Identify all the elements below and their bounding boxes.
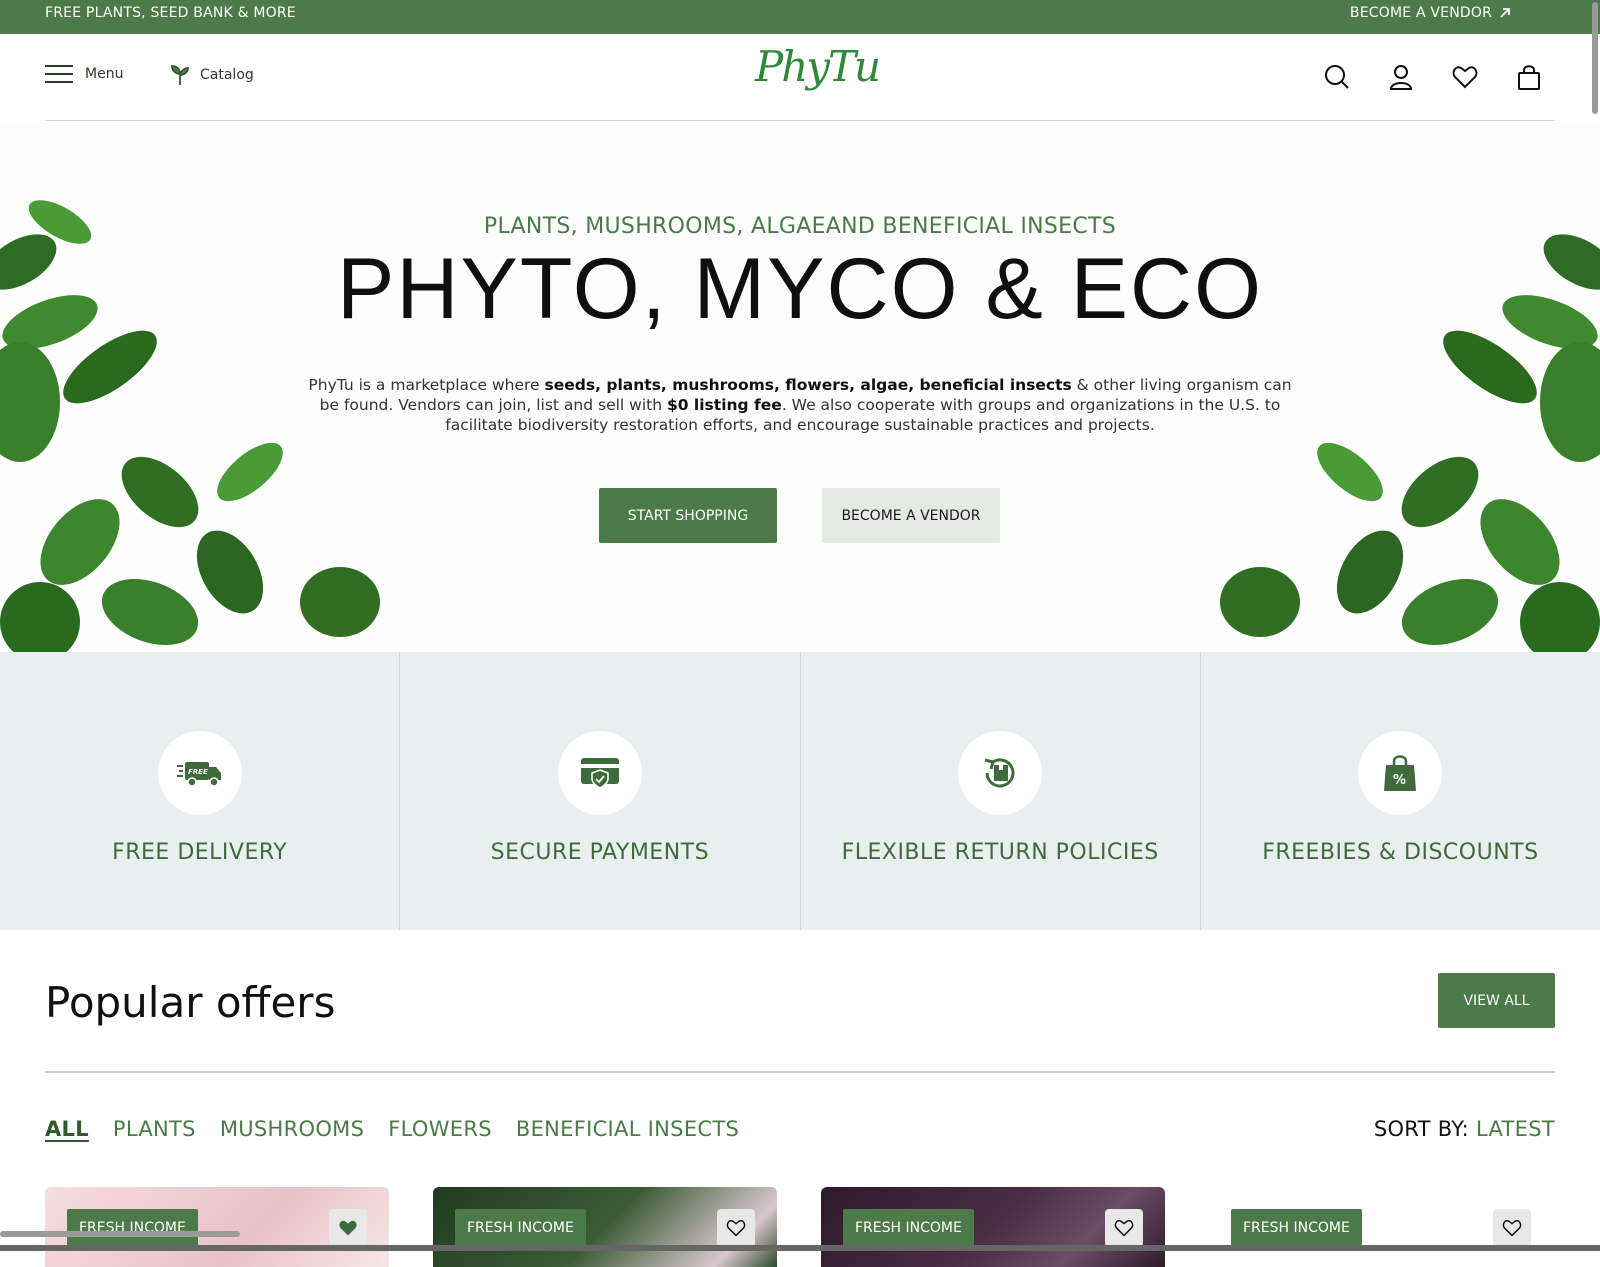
become-vendor-link[interactable]: BECOME A VENDOR <box>1350 0 1512 26</box>
svg-text:%: % <box>1393 773 1406 788</box>
feature-icon-circle <box>557 731 642 815</box>
product-card[interactable]: FRESH INCOME <box>433 1187 777 1267</box>
desc-bold-1: seeds, plants, mushrooms, flowers, algae… <box>544 376 1072 394</box>
desc-part-1: PhyTu is a marketplace where <box>308 376 545 394</box>
catalog-label: Catalog <box>200 67 254 83</box>
discount-bag-icon: % <box>1384 755 1417 791</box>
filter-all[interactable]: ALL <box>45 1117 89 1141</box>
section-divider <box>45 1071 1555 1073</box>
filter-mushrooms[interactable]: MUSHROOMS <box>220 1117 364 1141</box>
favorite-button[interactable] <box>1105 1209 1143 1247</box>
vertical-scrollbar[interactable] <box>1592 2 1598 114</box>
desc-bold-2: $0 listing fee <box>666 396 782 414</box>
feature-icon-circle: % <box>1358 731 1443 815</box>
header-divider <box>45 120 1555 121</box>
heart-icon[interactable] <box>1452 64 1478 90</box>
heart-outline-icon <box>1502 1219 1522 1237</box>
logo-text: PhyTu <box>755 42 881 91</box>
user-icon[interactable] <box>1388 64 1414 90</box>
become-vendor-button[interactable]: BECOME A VENDOR <box>822 488 1000 543</box>
favorite-button[interactable] <box>1493 1209 1531 1247</box>
filter-beneficial-insects[interactable]: BENEFICIAL INSECTS <box>516 1117 739 1141</box>
menu-label: Menu <box>85 66 124 82</box>
promo-text: FREE PLANTS, SEED BANK & MORE <box>45 5 296 21</box>
filter-flowers[interactable]: FLOWERS <box>388 1117 492 1141</box>
sort-value: LATEST <box>1476 1117 1555 1141</box>
heart-outline-icon <box>726 1219 746 1237</box>
feature-icon-circle: FREE <box>157 731 242 815</box>
search-icon[interactable] <box>1324 64 1350 90</box>
fresh-income-badge: FRESH INCOME <box>67 1209 198 1247</box>
hero-title: PHYTO, MYCO & ECO <box>337 241 1263 337</box>
sprout-icon <box>171 65 189 85</box>
category-filters: ALL PLANTS MUSHROOMS FLOWERS BENEFICIAL … <box>45 1117 739 1141</box>
window-bottom-edge <box>0 1245 1600 1251</box>
shopping-bag-icon[interactable] <box>1516 64 1542 90</box>
return-box-icon <box>984 758 1015 788</box>
hero-description: PhyTu is a marketplace where seeds, plan… <box>300 375 1300 435</box>
feature-free-delivery: FREE FREE DELIVERY <box>0 652 401 930</box>
feature-label: FREEBIES & DISCOUNTS <box>1262 840 1539 865</box>
arrow-up-right-icon <box>1500 8 1510 18</box>
feature-label: FLEXIBLE RETURN POLICIES <box>841 840 1159 865</box>
fresh-income-badge: FRESH INCOME <box>843 1209 974 1247</box>
catalog-button[interactable]: Catalog <box>170 64 254 86</box>
heart-outline-icon <box>1114 1219 1134 1237</box>
menu-button[interactable]: Menu <box>45 64 123 84</box>
hero-eyebrow: PLANTS, MUSHROOMS, ALGAEAND BENEFICIAL I… <box>483 214 1117 239</box>
view-all-button[interactable]: VIEW ALL <box>1438 973 1555 1028</box>
product-card[interactable]: FRESH INCOME <box>1209 1187 1553 1267</box>
filter-plants[interactable]: PLANTS <box>113 1117 196 1141</box>
promo-bar: FREE PLANTS, SEED BANK & MORE BECOME A V… <box>0 0 1600 34</box>
horizontal-scrollbar[interactable] <box>0 1231 240 1237</box>
svg-text:FREE: FREE <box>188 768 208 776</box>
delivery-truck-icon: FREE <box>176 762 221 787</box>
popular-offers-title: Popular offers <box>45 978 336 1027</box>
secure-card-icon <box>580 758 619 789</box>
feature-flexible-returns: FLEXIBLE RETURN POLICIES <box>800 652 1201 930</box>
product-card[interactable]: FRESH INCOME <box>821 1187 1165 1267</box>
feature-secure-payments: SECURE PAYMENTS <box>400 652 801 930</box>
become-vendor-link-label: BECOME A VENDOR <box>1349 5 1492 21</box>
sort-label: SORT BY: <box>1373 1117 1470 1141</box>
product-card[interactable]: FRESH INCOME <box>45 1187 389 1267</box>
feature-label: SECURE PAYMENTS <box>490 840 710 865</box>
favorite-button[interactable] <box>329 1209 367 1247</box>
favorite-button[interactable] <box>717 1209 755 1247</box>
hero-section: PLANTS, MUSHROOMS, ALGAEAND BENEFICIAL I… <box>0 122 1600 652</box>
feature-label: FREE DELIVERY <box>112 840 288 865</box>
popular-offers-section: Popular offers VIEW ALL ALL PLANTS MUSHR… <box>0 930 1600 1267</box>
site-logo[interactable]: PhyTu <box>755 42 881 91</box>
hamburger-icon <box>45 65 73 83</box>
header-icons <box>1324 64 1542 90</box>
feature-icon-circle <box>958 731 1043 815</box>
sort-control[interactable]: SORT BY: LATEST <box>1374 1117 1555 1141</box>
start-shopping-button[interactable]: START SHOPPING <box>599 488 777 543</box>
heart-filled-icon <box>339 1220 357 1236</box>
fresh-income-badge: FRESH INCOME <box>1231 1209 1362 1247</box>
features-strip: FREE FREE DELIVERY SECURE PAYMENTS FLEXI… <box>0 652 1600 930</box>
fresh-income-badge: FRESH INCOME <box>455 1209 586 1247</box>
feature-freebies-discounts: % FREEBIES & DISCOUNTS <box>1200 652 1600 930</box>
site-header: Menu Catalog PhyTu <box>0 34 1600 122</box>
product-cards: FRESH INCOME FRESH INCOME FRESH INCOME F… <box>45 1187 1553 1267</box>
